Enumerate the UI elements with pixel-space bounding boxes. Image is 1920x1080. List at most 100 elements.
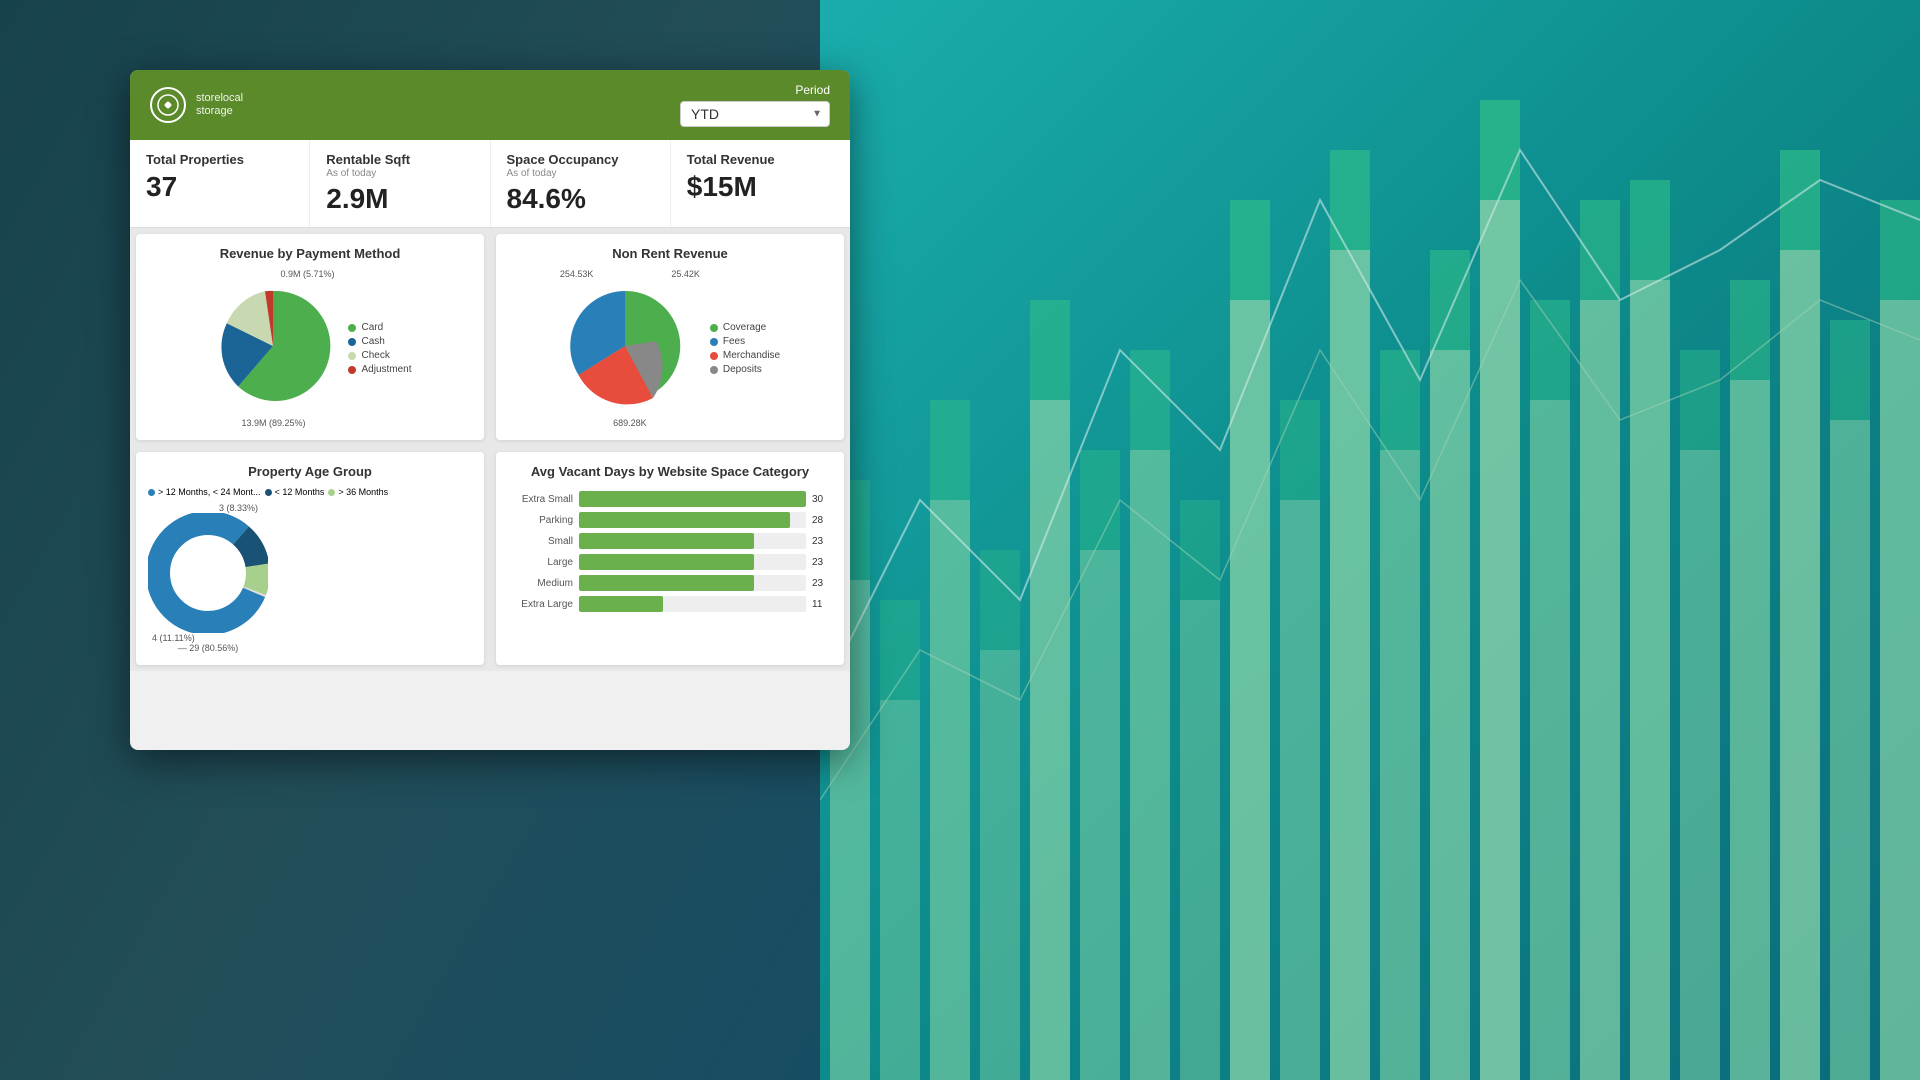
revenue-pie-container: 0.9M (5.71%) 13.9M (89.25%) bbox=[148, 269, 472, 428]
legend-item-cash: Cash bbox=[348, 336, 411, 347]
revenue-pie-label-bottom: 13.9M (89.25%) bbox=[208, 418, 338, 428]
legend-dot-check bbox=[348, 352, 356, 360]
bar-row-extra-small: Extra Small 30 bbox=[508, 491, 832, 507]
bar-value-large: 23 bbox=[812, 557, 832, 568]
period-select[interactable]: YTD MTD Last Month Last Year bbox=[680, 101, 830, 127]
non-rent-label-right: 25.42K bbox=[671, 269, 700, 279]
bar-label-medium: Medium bbox=[508, 578, 573, 589]
bar-fill-extra-large bbox=[579, 596, 663, 612]
bar-row-extra-large: Extra Large 11 bbox=[508, 596, 832, 612]
legend-item-coverage: Coverage bbox=[710, 322, 780, 333]
property-age-panel: Property Age Group > 12 Months, < 24 Mon… bbox=[136, 452, 484, 665]
age-label-bottom: — 29 (80.56%) bbox=[178, 643, 239, 653]
legend-label-12mo: > 12 Months, < 24 Mont... bbox=[158, 487, 261, 497]
legend-item-adjustment: Adjustment bbox=[348, 364, 411, 375]
stat-total-revenue: Total Revenue $15M bbox=[671, 140, 850, 227]
period-select-wrapper[interactable]: YTD MTD Last Month Last Year bbox=[680, 101, 830, 127]
legend-dot-lt12 bbox=[265, 489, 272, 496]
property-age-legend: > 12 Months, < 24 Mont... < 12 Months > … bbox=[148, 487, 472, 497]
legend-label-adjustment: Adjustment bbox=[361, 364, 411, 375]
stat-total-properties: Total Properties 37 bbox=[130, 140, 310, 227]
charts-grid: Revenue by Payment Method 0.9M (5.71%) bbox=[130, 228, 850, 671]
legend-label-cash: Cash bbox=[361, 336, 384, 347]
logo-area: storelocal storage bbox=[150, 87, 243, 123]
bar-value-extra-large: 11 bbox=[812, 599, 832, 610]
legend-dot-deposits bbox=[710, 366, 718, 374]
stat-label-2: Space Occupancy bbox=[507, 152, 654, 167]
legend-dot-fees bbox=[710, 338, 718, 346]
stat-space-occupancy: Space Occupancy As of today 84.6% bbox=[491, 140, 671, 227]
legend-label-coverage: Coverage bbox=[723, 322, 766, 333]
revenue-pie-chart bbox=[208, 281, 338, 411]
logo-name: storelocal bbox=[196, 92, 243, 105]
bar-row-parking: Parking 28 bbox=[508, 512, 832, 528]
non-rent-pie-chart bbox=[560, 281, 690, 411]
legend-dot-12mo bbox=[148, 489, 155, 496]
stat-label-3: Total Revenue bbox=[687, 152, 834, 167]
donut-container: 3 (8.33%) 4 (11.11%) bbox=[148, 503, 472, 653]
period-section: Period YTD MTD Last Month Last Year bbox=[680, 83, 830, 127]
dashboard-card: storelocal storage Period YTD MTD Last M… bbox=[130, 70, 850, 750]
logo-sub: storage bbox=[196, 105, 243, 118]
legend-label-check: Check bbox=[361, 350, 389, 361]
logo-icon bbox=[150, 87, 186, 123]
legend-label-36mo: > 36 Months bbox=[338, 487, 388, 497]
stat-rentable-sqft: Rentable Sqft As of today 2.9M bbox=[310, 140, 490, 227]
revenue-by-payment-panel: Revenue by Payment Method 0.9M (5.71%) bbox=[136, 234, 484, 440]
revenue-legend: Card Cash Check Adjustment bbox=[348, 322, 411, 375]
legend-label-card: Card bbox=[361, 322, 383, 333]
stat-value-3: $15M bbox=[687, 171, 834, 203]
stat-label-1: Rentable Sqft bbox=[326, 152, 473, 167]
non-rent-label-bottom: 689.28K bbox=[613, 418, 647, 428]
legend-dot-cash bbox=[348, 338, 356, 346]
avg-vacant-title: Avg Vacant Days by Website Space Categor… bbox=[508, 464, 832, 479]
legend-label-lt12: < 12 Months bbox=[275, 487, 325, 497]
legend-item-deposits: Deposits bbox=[710, 364, 780, 375]
bar-track-small bbox=[579, 533, 806, 549]
bg-chart-svg bbox=[820, 0, 1920, 1080]
legend-item-lt12: < 12 Months bbox=[265, 487, 325, 497]
bar-label-extra-large: Extra Large bbox=[508, 599, 573, 610]
legend-dot-adjustment bbox=[348, 366, 356, 374]
stat-label-0: Total Properties bbox=[146, 152, 293, 167]
legend-dot-card bbox=[348, 324, 356, 332]
stat-value-1: 2.9M bbox=[326, 183, 473, 215]
period-label: Period bbox=[795, 83, 830, 97]
legend-item-card: Card bbox=[348, 322, 411, 333]
bar-row-medium: Medium 23 bbox=[508, 575, 832, 591]
bar-value-small: 23 bbox=[812, 536, 832, 547]
legend-dot-coverage bbox=[710, 324, 718, 332]
legend-label-fees: Fees bbox=[723, 336, 745, 347]
bar-fill-extra-small bbox=[579, 491, 806, 507]
legend-label-deposits: Deposits bbox=[723, 364, 762, 375]
legend-item-fees: Fees bbox=[710, 336, 780, 347]
legend-dot-merchandise bbox=[710, 352, 718, 360]
age-label-top: 3 (8.33%) bbox=[219, 503, 258, 513]
bar-fill-parking bbox=[579, 512, 790, 528]
bar-value-parking: 28 bbox=[812, 515, 832, 526]
bar-track-large bbox=[579, 554, 806, 570]
stat-sublabel-2: As of today bbox=[507, 168, 654, 179]
legend-item-12mo: > 12 Months, < 24 Mont... bbox=[148, 487, 261, 497]
bar-fill-small bbox=[579, 533, 754, 549]
bar-row-large: Large 23 bbox=[508, 554, 832, 570]
legend-item-merchandise: Merchandise bbox=[710, 350, 780, 361]
age-label-left: 4 (11.11%) bbox=[152, 633, 195, 643]
stat-sublabel-1: As of today bbox=[326, 168, 473, 179]
bar-label-parking: Parking bbox=[508, 515, 573, 526]
stat-value-0: 37 bbox=[146, 171, 293, 203]
bar-label-extra-small: Extra Small bbox=[508, 494, 573, 505]
legend-dot-36mo bbox=[328, 489, 335, 496]
bar-track-parking bbox=[579, 512, 806, 528]
property-age-title: Property Age Group bbox=[148, 464, 472, 479]
bar-track-extra-small bbox=[579, 491, 806, 507]
bar-row-small: Small 23 bbox=[508, 533, 832, 549]
non-rent-legend: Coverage Fees Merchandise Deposits bbox=[710, 322, 780, 375]
non-rent-label-left: 254.53K bbox=[560, 269, 594, 279]
bar-chart: Extra Small 30 Parking 28 Small bbox=[508, 487, 832, 616]
bg-chart bbox=[820, 0, 1920, 1080]
bar-fill-medium bbox=[579, 575, 754, 591]
non-rent-title: Non Rent Revenue bbox=[508, 246, 832, 261]
bar-fill-large bbox=[579, 554, 754, 570]
stat-value-2: 84.6% bbox=[507, 183, 654, 215]
